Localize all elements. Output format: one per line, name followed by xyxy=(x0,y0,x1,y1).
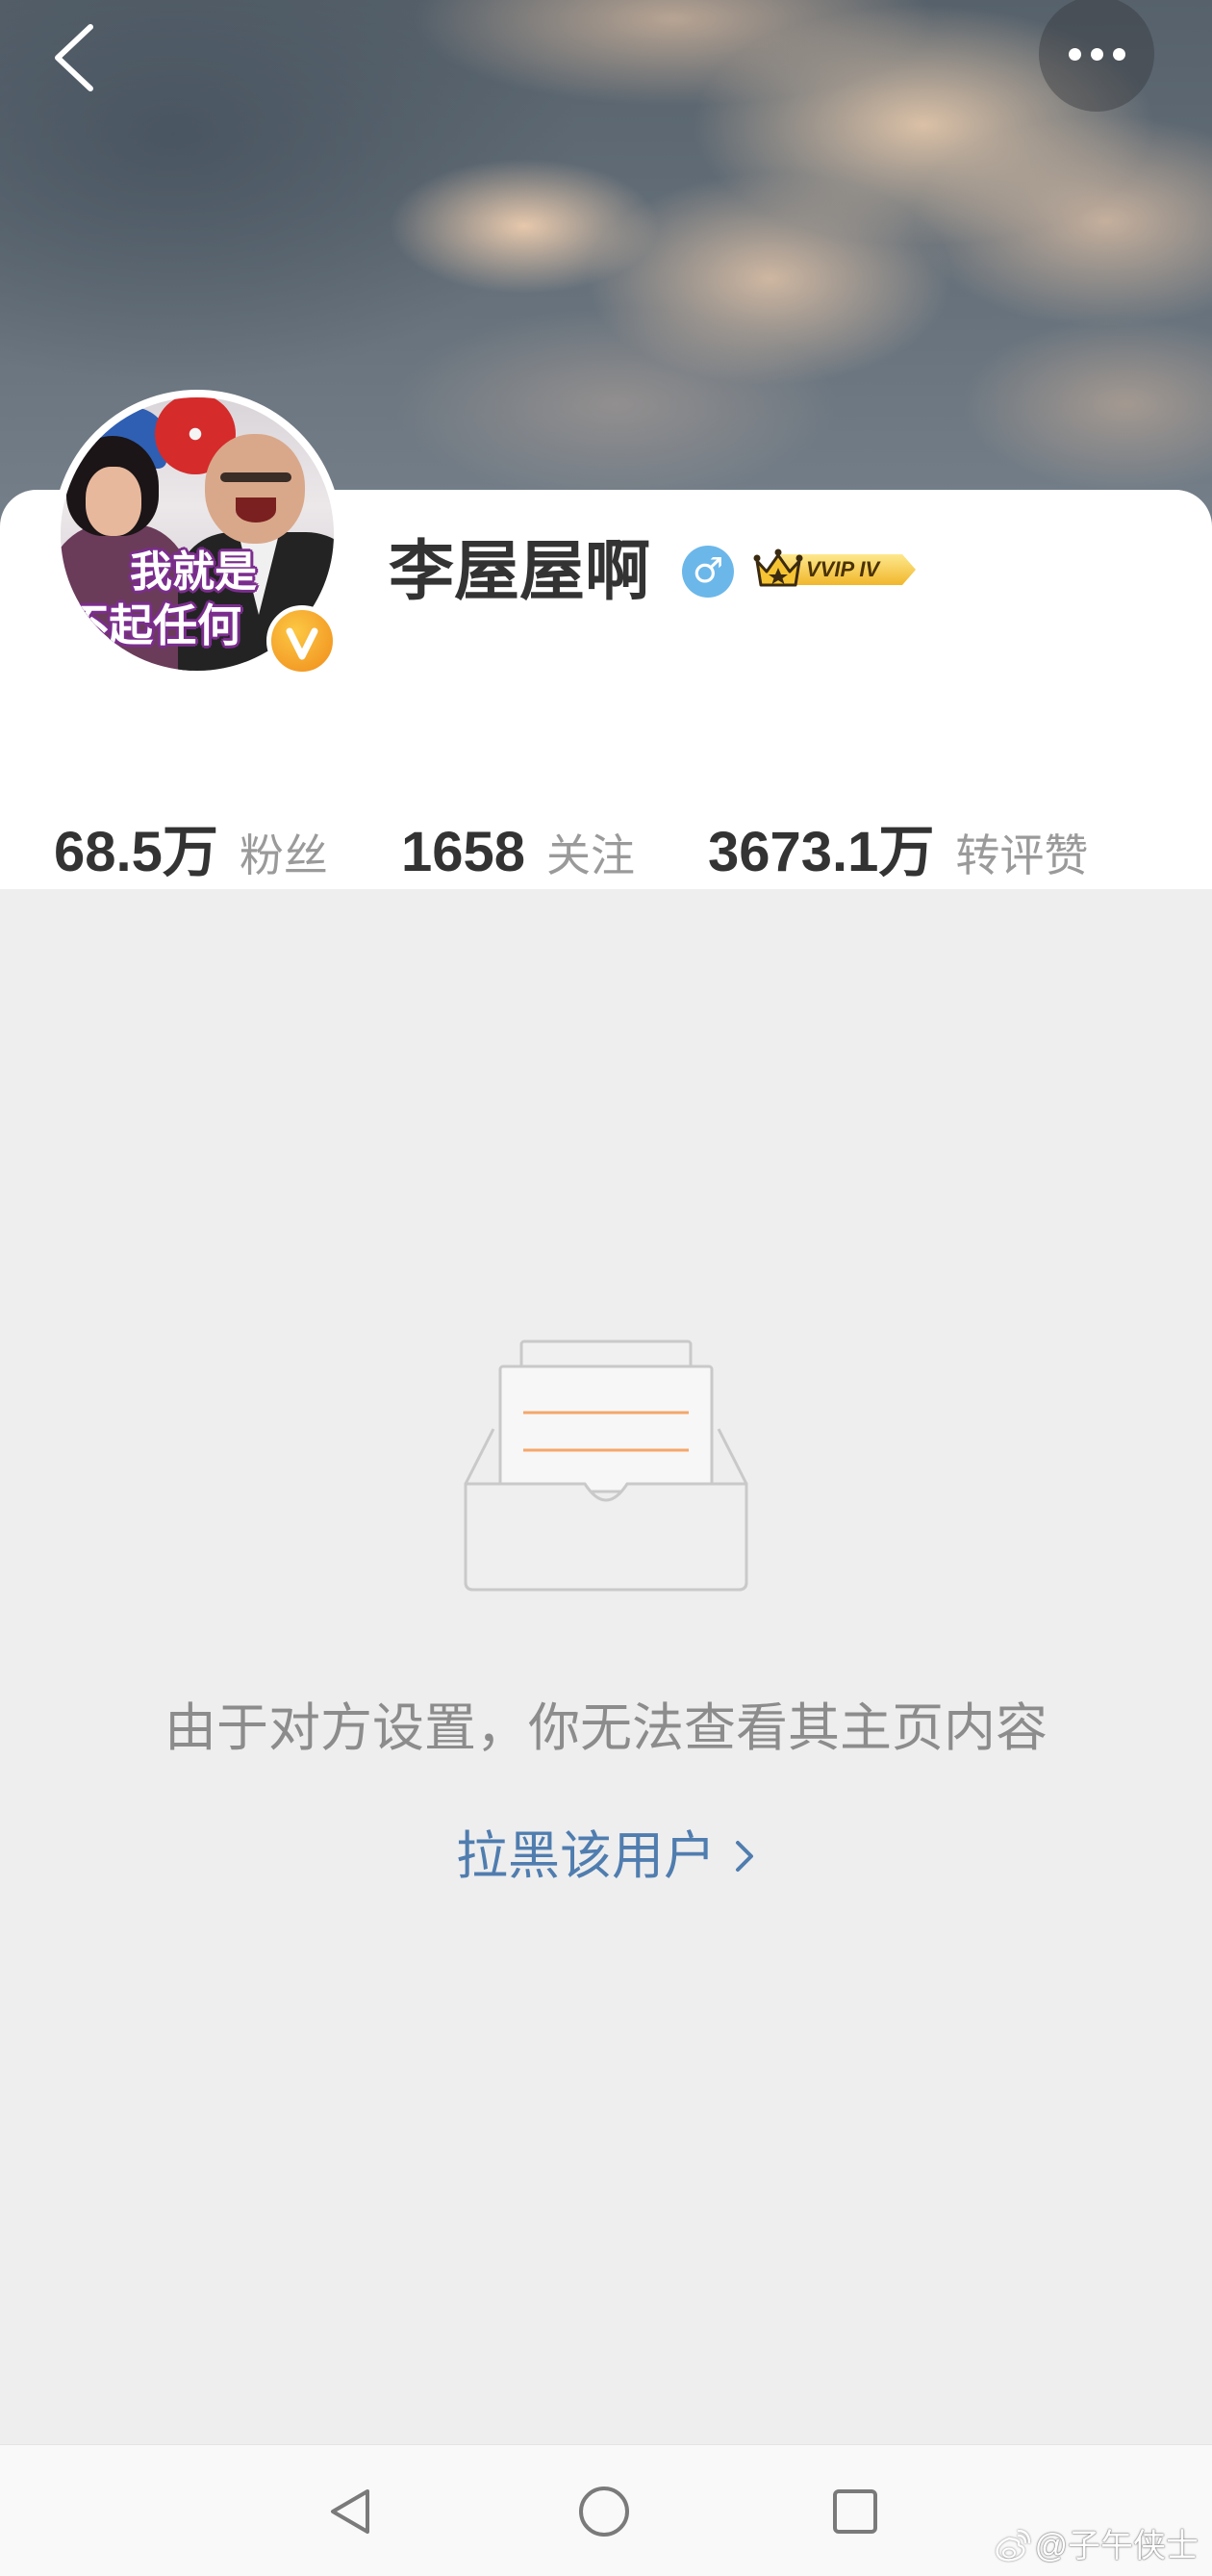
stat-followers[interactable]: 68.5万 粉丝 xyxy=(54,818,328,887)
back-button[interactable] xyxy=(52,19,102,96)
home-circle-icon[interactable] xyxy=(577,2485,631,2538)
vvip-badge[interactable]: VVIP IV xyxy=(752,547,918,591)
avatar-caption: 我就是 xyxy=(130,548,257,596)
watermark: @子午侠士 xyxy=(994,2525,1199,2567)
avatar-photo-shape xyxy=(86,467,141,536)
recents-square-icon[interactable] xyxy=(832,2488,878,2535)
block-user-label: 拉黑该用户 xyxy=(456,1827,716,1885)
following-label: 关注 xyxy=(546,830,636,880)
profile-name: 李屋屋啊 xyxy=(389,535,651,608)
empty-state-message: 由于对方设置，你无法查看其主页内容 xyxy=(164,1699,1048,1757)
more-dots-icon xyxy=(1090,47,1103,61)
more-dots-icon xyxy=(1068,47,1081,61)
chevron-right-icon xyxy=(736,1841,753,1872)
more-button[interactable] xyxy=(1039,0,1154,112)
chevron-left-icon xyxy=(55,24,93,91)
avatar-photo-shape xyxy=(220,472,291,482)
profile-page: 我就是 不起任何 李屋屋啊 ♂ VVIP IV 68.5万 粉丝 1658 关注… xyxy=(0,0,1212,2576)
more-dots-icon xyxy=(1112,47,1125,61)
stat-following[interactable]: 1658 关注 xyxy=(401,818,635,887)
following-count: 1658 xyxy=(401,821,526,883)
verified-v-icon xyxy=(266,605,338,676)
vvip-label: VVIP IV xyxy=(806,557,880,581)
interactions-label: 转评赞 xyxy=(955,830,1089,880)
block-user-link[interactable]: 拉黑该用户 xyxy=(0,1824,1212,1889)
back-triangle-icon[interactable] xyxy=(325,2486,377,2538)
avatar-caption: 不起任何 xyxy=(64,600,241,650)
followers-label: 粉丝 xyxy=(239,830,328,880)
weibo-logo-icon xyxy=(996,2530,1031,2562)
watermark-text: @子午侠士 xyxy=(1034,2528,1199,2564)
interactions-count: 3673.1万 xyxy=(708,821,935,883)
crown-icon xyxy=(753,548,803,587)
stat-reposts-comments-likes[interactable]: 3673.1万 转评赞 xyxy=(708,818,1088,887)
avatar-photo-shape xyxy=(236,497,276,523)
empty-inbox-icon xyxy=(464,1339,748,1592)
male-icon: ♂ xyxy=(682,546,734,598)
avatar-photo-shape xyxy=(205,434,305,544)
followers-count: 68.5万 xyxy=(54,821,218,883)
